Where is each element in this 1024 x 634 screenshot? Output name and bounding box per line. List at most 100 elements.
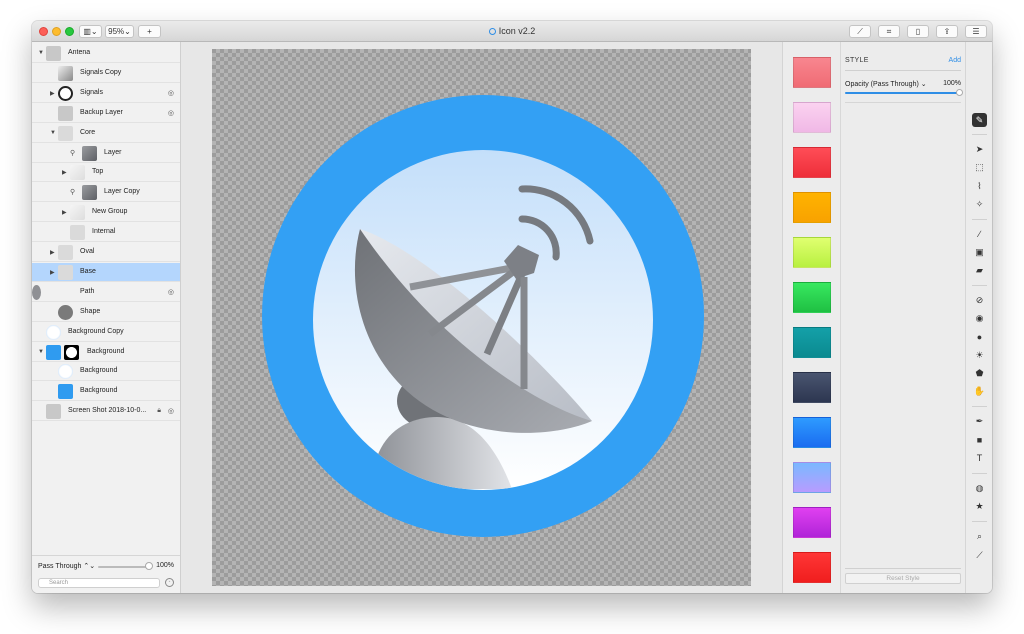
hidden-eye-icon[interactable]: ◎	[168, 407, 174, 415]
hidden-eye-icon[interactable]: ◎	[168, 109, 174, 117]
star-icon[interactable]: ★	[972, 499, 987, 513]
style-opacity-select[interactable]: Opacity (Pass Through) ⌄	[845, 80, 927, 88]
swatch-navy[interactable]	[793, 372, 831, 403]
layer-opacity-slider[interactable]	[98, 566, 150, 568]
share-button[interactable]: ⇪	[936, 25, 958, 38]
layer-label: Core	[80, 128, 96, 136]
adjustments-button[interactable]: ☰	[965, 25, 987, 38]
disclosure-collapsed-icon[interactable]: ▶	[50, 249, 55, 256]
layer-row[interactable]: ▶ Base	[32, 262, 180, 282]
layer-row[interactable]: Background	[32, 382, 180, 402]
add-style-link[interactable]: Add	[949, 57, 961, 64]
layer-row[interactable]: ▼ Core	[32, 124, 180, 143]
blend-mode-select[interactable]: Pass Through ⌃⌄	[38, 562, 95, 570]
layer-row[interactable]: Background	[32, 362, 180, 382]
swatch-bright-red[interactable]	[793, 552, 831, 583]
layer-row[interactable]: Screen Shot 2018-10-0... 🔒︎ ◎	[32, 402, 180, 422]
eyedropper-icon[interactable]: ⟋	[972, 548, 987, 562]
tool-separator	[972, 219, 987, 220]
swatch-red[interactable]	[793, 147, 831, 178]
layer-thumbnail	[70, 225, 85, 241]
style-header: STYLE	[845, 57, 869, 64]
disclosure-collapsed-icon[interactable]: ▶	[62, 169, 67, 176]
eraser-icon[interactable]: ▰	[972, 263, 987, 277]
canvas-area[interactable]	[181, 42, 782, 593]
marquee-icon[interactable]: ⬚	[972, 160, 987, 174]
layer-row[interactable]: Shape	[32, 303, 180, 322]
hidden-eye-icon[interactable]: ◎	[168, 288, 174, 296]
lock-icon[interactable]: 🔒︎	[157, 407, 161, 415]
reset-style-button[interactable]: Reset Style	[845, 573, 961, 584]
lasso-icon[interactable]: ⌇	[972, 179, 987, 193]
layer-row[interactable]: ⚲ Layer Copy	[32, 183, 180, 203]
artboard[interactable]	[212, 49, 751, 586]
bucket-icon[interactable]: ▣	[972, 245, 987, 259]
magic-wand-icon[interactable]: ✧	[972, 197, 987, 211]
swatch-magenta[interactable]	[793, 507, 831, 538]
layer-thumbnail	[58, 304, 73, 320]
blur-icon[interactable]: ●	[972, 330, 987, 344]
layer-opacity-knob[interactable]	[145, 562, 153, 570]
swatch-lavender-blue[interactable]	[793, 462, 831, 493]
layer-row[interactable]: ⚲ Layer	[32, 144, 180, 163]
disclosure-expanded-icon[interactable]: ▼	[50, 130, 56, 136]
style-brush-icon[interactable]: ✎	[972, 113, 987, 127]
pen-icon[interactable]: ✒	[972, 414, 987, 428]
layer-row[interactable]: Internal	[32, 223, 180, 243]
layer-row[interactable]: Signals Copy	[32, 64, 180, 83]
divider	[845, 102, 961, 103]
layer-thumbnail	[58, 245, 73, 260]
swatch-blue[interactable]	[793, 417, 831, 448]
layer-row[interactable]: ▶ New Group	[32, 203, 180, 223]
zoom-icon[interactable]: ⌕	[972, 529, 987, 543]
share-icon: ⇪	[943, 27, 951, 36]
swatch-lime[interactable]	[793, 237, 831, 268]
layer-thumbnail	[46, 404, 61, 420]
brush-icon[interactable]: ∕	[972, 227, 987, 241]
layer-search-input[interactable]: Search	[38, 578, 160, 588]
layer-thumbnail	[58, 364, 73, 380]
swatch-green[interactable]	[793, 282, 831, 313]
swatch-pink-red[interactable]	[793, 57, 831, 88]
style-opacity-slider[interactable]	[845, 92, 961, 94]
layer-label: Antena	[68, 49, 91, 56]
clone-icon[interactable]: ◉	[972, 311, 987, 325]
text-icon[interactable]: T	[972, 451, 987, 465]
layer-row[interactable]: Backup Layer ◎	[32, 104, 180, 123]
layer-row[interactable]: Background Copy	[32, 323, 180, 342]
mask-link-icon: ⚲	[70, 189, 76, 197]
crop-button[interactable]: ⌗	[878, 25, 900, 38]
toolbar-brush-button[interactable]: ⟋	[849, 25, 871, 38]
swatch-light-pink[interactable]	[793, 102, 831, 133]
rectangle-icon[interactable]: ■	[972, 433, 987, 447]
layer-row[interactable]: ▼ Background	[32, 343, 180, 362]
shapes-icon[interactable]: ◍	[972, 481, 987, 495]
hand-icon[interactable]: ✋	[972, 384, 987, 398]
disclosure-expanded-icon[interactable]: ▼	[38, 50, 44, 56]
sun-icon[interactable]: ☀	[972, 348, 987, 362]
layer-row[interactable]: ▶ Signals ◎	[32, 84, 180, 103]
pointer-icon[interactable]: ➤	[972, 142, 987, 156]
hidden-eye-icon[interactable]: ◎	[168, 89, 174, 97]
tools-palette: ✎ ➤ ⬚ ⌇ ✧ ∕ ▣ ▰ ⊘ ◉ ● ☀ ⬟ ✋ ✒ ■ T ◍ ★ ⌕ ⟋	[965, 42, 992, 593]
style-opacity-knob[interactable]	[956, 89, 963, 96]
bandage-icon[interactable]: ⊘	[972, 293, 987, 307]
layer-row[interactable]: ▶ Oval	[32, 243, 180, 262]
swatch-teal[interactable]	[793, 327, 831, 358]
sliders-icon: ☰	[972, 27, 980, 36]
layer-thumbnail	[82, 185, 97, 201]
disclosure-collapsed-icon[interactable]: ▶	[62, 209, 67, 216]
tool-separator	[972, 406, 987, 407]
layer-row[interactable]: Path ◎	[32, 283, 180, 302]
filter-icon[interactable]: ◦	[165, 578, 174, 587]
disclosure-expanded-icon[interactable]: ▼	[38, 349, 44, 355]
layer-label: Oval	[80, 248, 95, 255]
disclosure-collapsed-icon[interactable]: ▶	[50, 90, 55, 97]
swatch-orange[interactable]	[793, 192, 831, 223]
layer-row[interactable]: ▼ Antena	[32, 44, 180, 63]
document-button[interactable]: ▯	[907, 25, 929, 38]
layer-row[interactable]: ▶ Top	[32, 163, 180, 183]
layers-footer: Pass Through ⌃⌄ 100% ⌕ Search ◦	[32, 555, 180, 593]
smudge-icon[interactable]: ⬟	[972, 366, 987, 380]
disclosure-collapsed-icon[interactable]: ▶	[50, 269, 55, 276]
